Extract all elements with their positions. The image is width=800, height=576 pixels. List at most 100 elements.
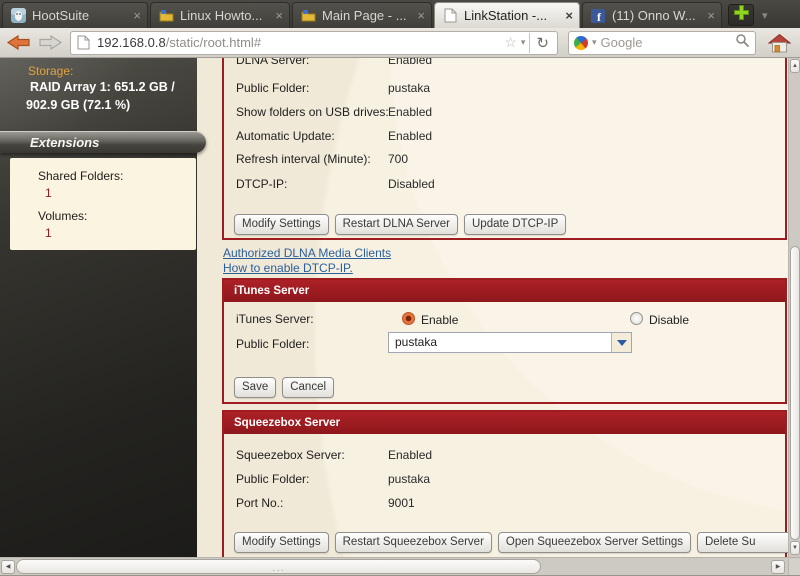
field-label: Refresh interval (Minute): [236,152,371,166]
settings-row: Public Folder: pustaka [236,472,776,486]
back-arrow-icon [6,34,30,51]
chevron-down-icon [616,339,627,346]
forward-button[interactable] [38,34,63,51]
url-text[interactable]: 192.168.0.8/static/root.html# [97,35,504,50]
url-dropdown-chevron-icon[interactable]: ▾ [521,37,526,48]
tab-facebook[interactable]: f (11) Onno W... × [582,2,722,28]
scrollbar-corner [788,559,800,576]
scroll-up-button[interactable]: ▲ [790,59,800,73]
settings-row: Public Folder: pustaka [236,81,776,95]
scroll-left-button[interactable]: ◀ [1,560,15,574]
close-icon[interactable]: × [275,8,283,23]
field-label: DTCP-IP: [236,177,288,191]
squeezebox-button-row: Modify Settings Restart Squeezebox Serve… [234,532,788,553]
settings-row: DTCP-IP: Disabled [236,177,776,191]
radio-disable-label[interactable]: Disable [649,313,689,327]
google-logo-icon [574,35,588,50]
content-area: DLNA Server: Enabled Public Folder: pust… [0,58,800,557]
tab-title: LinkStation -... [464,8,548,23]
update-dtcp-ip-button[interactable]: Update DTCP-IP [464,214,567,235]
field-label: Squeezebox Server: [236,448,345,462]
horizontal-scroll-thumb[interactable]: ··· [16,559,541,576]
page-icon [442,8,458,24]
restart-dlna-server-button[interactable]: Restart DLNA Server [334,214,458,235]
settings-row: Show folders on USB drives: Enabled [236,105,776,119]
shared-folders-count: 1 [45,186,52,200]
tab-linkstation-active[interactable]: LinkStation -... × [434,2,580,28]
field-label: Show folders on USB drives: [236,105,389,119]
close-icon[interactable]: × [565,8,573,23]
radio-enable-label[interactable]: Enable [421,313,458,327]
new-tab-button[interactable] [728,4,754,26]
field-label: Public Folder: [236,337,310,351]
tab-hootsuite[interactable]: HootSuite × [2,2,148,28]
select-arrow-button[interactable] [611,333,631,352]
close-icon[interactable]: × [417,8,425,23]
raid-array-capacity: : 651.2 GB / [106,80,175,94]
field-value: Enabled [388,105,433,119]
save-button[interactable]: Save [234,377,277,398]
modify-settings-button[interactable]: Modify Settings [234,532,329,553]
scroll-right-button[interactable]: ▶ [771,560,785,574]
field-value: pustaka [388,81,431,95]
browser-window: HootSuite × Linux Howto... × Main Page -… [0,0,800,576]
storage-label: Storage: [28,64,74,78]
facebook-icon: f [590,8,606,24]
scroll-down-button[interactable]: ▼ [790,541,800,555]
open-squeezebox-server-settings-button[interactable]: Open Squeezebox Server Settings [497,532,691,553]
url-bar[interactable]: 192.168.0.8/static/root.html# ☆ ▾ ↻ [70,30,558,55]
restart-squeezebox-server-button[interactable]: Restart Squeezebox Server [334,532,492,553]
search-box[interactable]: ▾ Google [568,30,756,55]
tab-main-page[interactable]: Main Page - ... × [292,2,432,28]
tab-title: HootSuite [32,8,90,23]
section-header: iTunes Server [224,280,785,302]
field-value: Enabled [388,58,433,67]
raid-array-info: RAID Array 1: 651.2 GB / [30,80,175,94]
delete-squeezebox-button[interactable]: Delete Su [697,532,788,553]
back-button[interactable] [6,34,31,51]
reload-icon[interactable]: ↻ [529,32,555,53]
settings-row: iTunes Server: [236,312,776,326]
field-label: Port No.: [236,496,284,510]
shared-folders-label: Shared Folders: [38,169,124,183]
radio-disable[interactable] [630,312,643,325]
cancel-button[interactable]: Cancel [282,377,335,398]
settings-row: DLNA Server: Enabled [236,58,776,67]
home-icon [768,33,791,52]
tab-overflow-chevron-icon[interactable]: ▾ [762,9,768,22]
field-value: Enabled [388,448,433,462]
url-path: /static/root.html# [165,35,262,50]
search-placeholder: Google [600,35,643,50]
vertical-scrollbar[interactable]: ▲ ▼ [788,58,800,557]
home-button[interactable] [768,33,791,53]
public-folder-select[interactable]: pustaka [388,332,632,353]
modify-settings-button[interactable]: Modify Settings [234,214,329,235]
radio-enable[interactable] [402,312,415,325]
vertical-scroll-thumb[interactable] [790,246,800,540]
raid-array-capacity-2: 902.9 GB (72.1 %) [26,98,131,112]
settings-row: Port No.: 9001 [236,496,776,510]
tab-title: Main Page - ... [322,8,407,23]
how-to-enable-dtcp-ip-link[interactable]: How to enable DTCP-IP. [223,261,353,275]
magnifier-icon[interactable] [735,33,750,53]
forward-arrow-icon [39,34,63,51]
extensions-panel: Shared Folders: 1 Volumes: 1 [10,158,196,250]
search-engine-chevron-icon[interactable]: ▾ [592,37,597,48]
plus-icon [733,4,750,26]
tab-title: Linux Howto... [180,8,263,23]
bookmark-star-icon[interactable]: ☆ [504,34,517,51]
tab-linux-howto[interactable]: Linux Howto... × [150,2,290,28]
volumes-label: Volumes: [38,209,88,223]
close-icon[interactable]: × [707,8,715,23]
field-label: Automatic Update: [236,129,335,143]
field-value: pustaka [388,472,431,486]
itunes-button-row: Save Cancel [234,377,335,398]
field-value: Disabled [388,177,435,191]
field-value: Enabled [388,129,433,143]
authorized-dlna-clients-link[interactable]: Authorized DLNA Media Clients [223,246,391,260]
close-icon[interactable]: × [133,8,141,23]
hootsuite-owl-icon [10,8,26,24]
raid-array-name: RAID Array 1 [30,80,107,94]
field-label: DLNA Server: [236,58,310,67]
horizontal-scrollbar[interactable]: ◀ ··· ▶ [0,557,800,576]
